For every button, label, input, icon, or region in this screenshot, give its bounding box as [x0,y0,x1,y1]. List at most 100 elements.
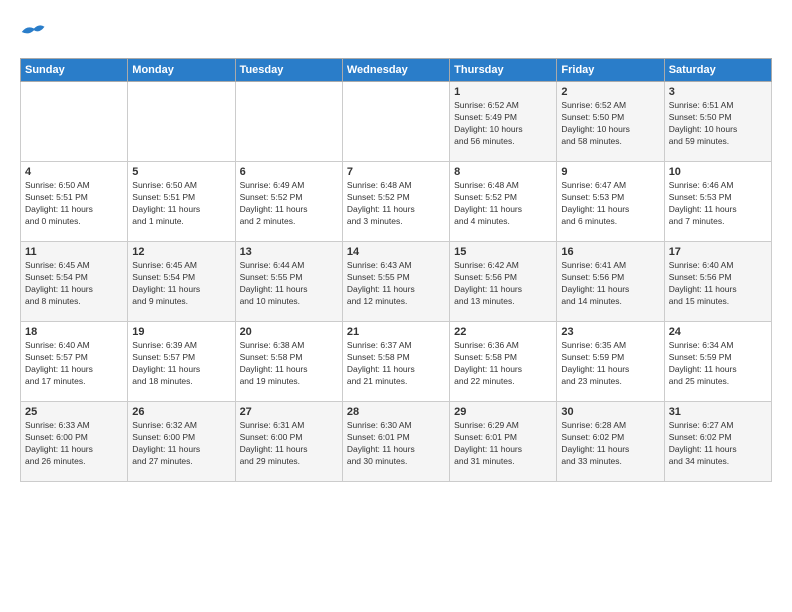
day-number: 30 [561,406,659,418]
day-number: 24 [669,326,767,338]
day-number: 16 [561,246,659,258]
calendar-cell: 20 Sunrise: 6:38 AM Sunset: 5:58 PM Dayli… [235,322,342,402]
calendar-cell: 8 Sunrise: 6:48 AM Sunset: 5:52 PM Daylig… [450,162,557,242]
calendar-cell [21,82,128,162]
calendar-cell: 3 Sunrise: 6:51 AM Sunset: 5:50 PM Daylig… [664,82,771,162]
day-info: Sunrise: 6:34 AM Sunset: 5:59 PM Dayligh… [669,340,767,388]
day-number: 20 [240,326,338,338]
calendar-cell: 24 Sunrise: 6:34 AM Sunset: 5:59 PM Dayli… [664,322,771,402]
day-number: 15 [454,246,552,258]
calendar-cell: 14Sunrise: 6:43 AM Sunset: 5:55 PM Dayli… [342,242,449,322]
day-number: 19 [132,326,230,338]
day-info: Sunrise: 6:29 AM Sunset: 6:01 PM Dayligh… [454,420,552,468]
calendar-cell: 30 Sunrise: 6:28 AM Sunset: 6:02 PM Dayli… [557,402,664,482]
calendar-week-row: 25 Sunrise: 6:33 AM Sunset: 6:00 PM Dayli… [21,402,772,482]
day-info: Sunrise: 6:51 AM Sunset: 5:50 PM Dayligh… [669,100,767,148]
calendar-cell: 7Sunrise: 6:48 AM Sunset: 5:52 PM Daylig… [342,162,449,242]
day-info: Sunrise: 6:46 AM Sunset: 5:53 PM Dayligh… [669,180,767,228]
calendar-week-row: 11 Sunrise: 6:45 AM Sunset: 5:54 PM Dayli… [21,242,772,322]
day-number: 22 [454,326,552,338]
calendar-body: 1Sunrise: 6:52 AM Sunset: 5:49 PM Daylig… [21,82,772,482]
calendar-cell: 15 Sunrise: 6:42 AM Sunset: 5:56 PM Dayli… [450,242,557,322]
day-number: 17 [669,246,767,258]
day-info: Sunrise: 6:45 AM Sunset: 5:54 PM Dayligh… [132,260,230,308]
day-info: Sunrise: 6:35 AM Sunset: 5:59 PM Dayligh… [561,340,659,388]
calendar-cell: 23 Sunrise: 6:35 AM Sunset: 5:59 PM Dayli… [557,322,664,402]
day-info: Sunrise: 6:27 AM Sunset: 6:02 PM Dayligh… [669,420,767,468]
calendar-cell: 5 Sunrise: 6:50 AM Sunset: 5:51 PM Daylig… [128,162,235,242]
day-info: Sunrise: 6:28 AM Sunset: 6:02 PM Dayligh… [561,420,659,468]
day-info: Sunrise: 6:43 AM Sunset: 5:55 PM Dayligh… [347,260,445,308]
day-number: 3 [669,86,767,98]
weekday-header-saturday: Saturday [664,59,771,82]
day-info: Sunrise: 6:30 AM Sunset: 6:01 PM Dayligh… [347,420,445,468]
calendar-cell: 16 Sunrise: 6:41 AM Sunset: 5:56 PM Dayli… [557,242,664,322]
weekday-header-wednesday: Wednesday [342,59,449,82]
calendar-cell: 10 Sunrise: 6:46 AM Sunset: 5:53 PM Dayli… [664,162,771,242]
calendar-cell: 13 Sunrise: 6:44 AM Sunset: 5:55 PM Dayli… [235,242,342,322]
day-number: 18 [25,326,123,338]
calendar-cell: 11 Sunrise: 6:45 AM Sunset: 5:54 PM Dayli… [21,242,128,322]
calendar-table: SundayMondayTuesdayWednesdayThursdayFrid… [20,58,772,482]
calendar-cell: 12Sunrise: 6:45 AM Sunset: 5:54 PM Dayli… [128,242,235,322]
day-info: Sunrise: 6:48 AM Sunset: 5:52 PM Dayligh… [454,180,552,228]
day-number: 26 [132,406,230,418]
day-number: 2 [561,86,659,98]
day-info: Sunrise: 6:41 AM Sunset: 5:56 PM Dayligh… [561,260,659,308]
day-info: Sunrise: 6:33 AM Sunset: 6:00 PM Dayligh… [25,420,123,468]
weekday-header-thursday: Thursday [450,59,557,82]
calendar-header-row: SundayMondayTuesdayWednesdayThursdayFrid… [21,59,772,82]
day-info: Sunrise: 6:42 AM Sunset: 5:56 PM Dayligh… [454,260,552,308]
calendar-cell: 25 Sunrise: 6:33 AM Sunset: 6:00 PM Dayli… [21,402,128,482]
weekday-header-tuesday: Tuesday [235,59,342,82]
day-number: 1 [454,86,552,98]
day-number: 29 [454,406,552,418]
calendar-week-row: 18 Sunrise: 6:40 AM Sunset: 5:57 PM Dayli… [21,322,772,402]
day-number: 31 [669,406,767,418]
calendar-cell: 9Sunrise: 6:47 AM Sunset: 5:53 PM Daylig… [557,162,664,242]
header [20,18,772,46]
day-number: 13 [240,246,338,258]
calendar-cell: 27Sunrise: 6:31 AM Sunset: 6:00 PM Dayli… [235,402,342,482]
weekday-header-friday: Friday [557,59,664,82]
calendar-cell: 1Sunrise: 6:52 AM Sunset: 5:49 PM Daylig… [450,82,557,162]
day-info: Sunrise: 6:50 AM Sunset: 5:51 PM Dayligh… [25,180,123,228]
day-number: 9 [561,166,659,178]
calendar-cell: 22 Sunrise: 6:36 AM Sunset: 5:58 PM Dayli… [450,322,557,402]
day-info: Sunrise: 6:44 AM Sunset: 5:55 PM Dayligh… [240,260,338,308]
calendar-cell [342,82,449,162]
day-info: Sunrise: 6:52 AM Sunset: 5:50 PM Dayligh… [561,100,659,148]
page: SundayMondayTuesdayWednesdayThursdayFrid… [0,0,792,492]
day-number: 25 [25,406,123,418]
calendar-cell: 18 Sunrise: 6:40 AM Sunset: 5:57 PM Dayli… [21,322,128,402]
day-info: Sunrise: 6:49 AM Sunset: 5:52 PM Dayligh… [240,180,338,228]
day-number: 11 [25,246,123,258]
day-number: 21 [347,326,445,338]
day-number: 27 [240,406,338,418]
day-info: Sunrise: 6:36 AM Sunset: 5:58 PM Dayligh… [454,340,552,388]
day-number: 4 [25,166,123,178]
day-info: Sunrise: 6:50 AM Sunset: 5:51 PM Dayligh… [132,180,230,228]
calendar-cell: 28 Sunrise: 6:30 AM Sunset: 6:01 PM Dayli… [342,402,449,482]
calendar-cell [235,82,342,162]
day-info: Sunrise: 6:38 AM Sunset: 5:58 PM Dayligh… [240,340,338,388]
calendar-cell: 4 Sunrise: 6:50 AM Sunset: 5:51 PM Daylig… [21,162,128,242]
day-number: 23 [561,326,659,338]
weekday-header-sunday: Sunday [21,59,128,82]
day-number: 6 [240,166,338,178]
logo-icon [20,18,48,46]
calendar-cell: 6 Sunrise: 6:49 AM Sunset: 5:52 PM Daylig… [235,162,342,242]
day-number: 7 [347,166,445,178]
logo [20,18,52,46]
day-number: 5 [132,166,230,178]
day-number: 8 [454,166,552,178]
day-number: 10 [669,166,767,178]
day-info: Sunrise: 6:40 AM Sunset: 5:56 PM Dayligh… [669,260,767,308]
day-info: Sunrise: 6:40 AM Sunset: 5:57 PM Dayligh… [25,340,123,388]
calendar-cell: 2 Sunrise: 6:52 AM Sunset: 5:50 PM Daylig… [557,82,664,162]
day-number: 28 [347,406,445,418]
day-info: Sunrise: 6:45 AM Sunset: 5:54 PM Dayligh… [25,260,123,308]
calendar-cell: 31 Sunrise: 6:27 AM Sunset: 6:02 PM Dayli… [664,402,771,482]
calendar-cell: 29 Sunrise: 6:29 AM Sunset: 6:01 PM Dayli… [450,402,557,482]
calendar-week-row: 4 Sunrise: 6:50 AM Sunset: 5:51 PM Daylig… [21,162,772,242]
